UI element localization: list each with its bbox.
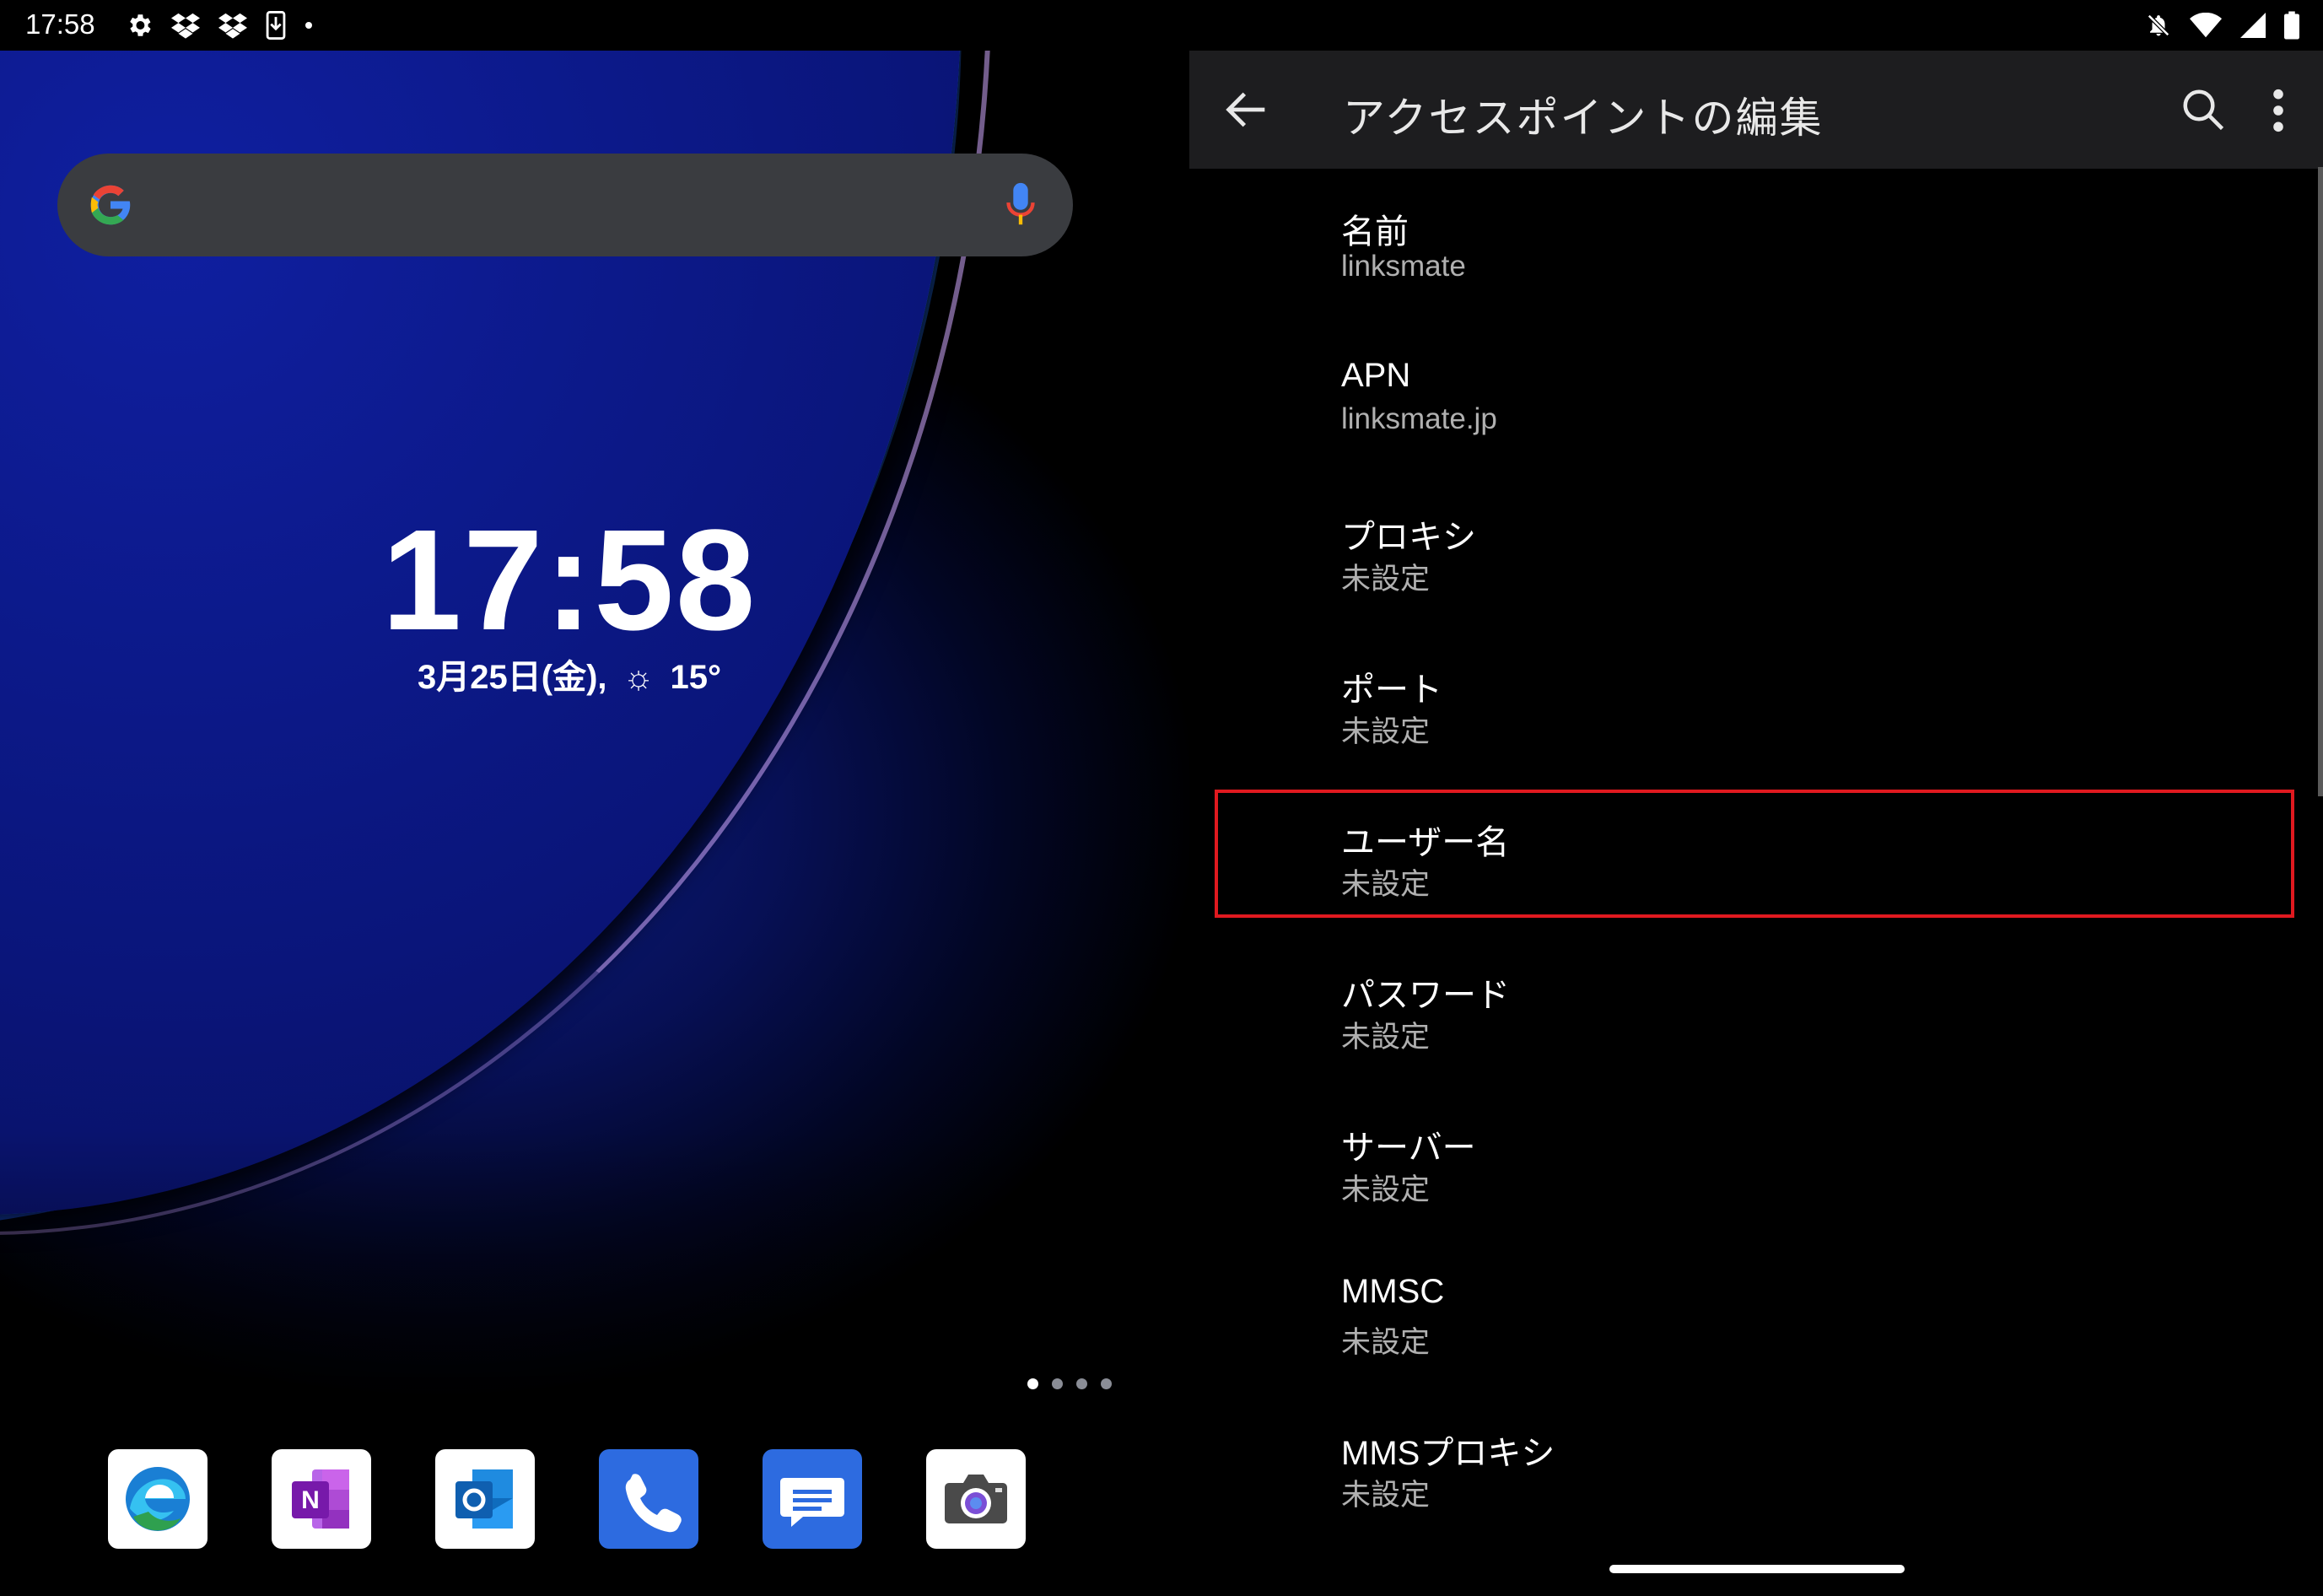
pref-title: APN — [1341, 357, 1411, 394]
phone-app[interactable] — [599, 1449, 698, 1549]
pref-summary: linksmate.jp — [1341, 402, 1497, 435]
home-clock[interactable]: 17:58 — [0, 498, 1139, 663]
page-indicator — [1027, 1378, 1112, 1389]
outlook-icon — [455, 1469, 513, 1529]
pref-title: MMSプロキシ — [1341, 1435, 1555, 1472]
cell-signal-icon — [2240, 13, 2266, 38]
gear-icon — [130, 14, 151, 36]
camera-icon — [945, 1475, 1007, 1523]
apn-settings-panel: アクセスポイントの編集 名前 linksmate APN linksmate.j… — [1189, 51, 2323, 1596]
pref-title: ポート — [1341, 671, 1442, 709]
pref-summary: linksmate — [1341, 250, 1466, 283]
pref-title: ユーザー名 — [1341, 824, 1510, 861]
page-dot-active — [1027, 1378, 1038, 1389]
date-text: 3月25日(金), — [418, 659, 607, 696]
pref-summary: 未設定 — [1341, 1173, 1431, 1206]
pref-username[interactable]: ユーザー名 未設定 — [1189, 779, 2323, 932]
pref-title: パスワード — [1341, 977, 1510, 1014]
dropbox-icon — [171, 13, 200, 39]
gesture-nav-bar[interactable] — [1609, 1565, 1905, 1573]
pref-server[interactable]: サーバー 未設定 — [1189, 1085, 2323, 1237]
app-dock: N — [108, 1449, 1026, 1549]
sun-icon: ☼ — [623, 659, 655, 696]
pref-summary: 未設定 — [1341, 1326, 1431, 1359]
more-options-icon[interactable] — [2266, 86, 2291, 135]
svg-text:N: N — [301, 1486, 320, 1514]
mic-icon[interactable] — [1005, 181, 1036, 229]
page-title: アクセスポイントの編集 — [1343, 94, 1824, 142]
message-icon — [780, 1478, 844, 1527]
scrollbar-thumb[interactable] — [2318, 167, 2323, 796]
page-dot — [1101, 1378, 1112, 1389]
phone-icon — [625, 1474, 682, 1533]
pref-port[interactable]: ポート 未設定 — [1189, 627, 2323, 779]
page-dot — [1076, 1378, 1087, 1389]
pref-title: 名前 — [1341, 213, 1409, 251]
status-time: 17:58 — [25, 8, 95, 40]
search-icon[interactable] — [2178, 84, 2229, 135]
date-weather-line[interactable]: 3月25日(金), ☼ 15° — [0, 650, 1139, 698]
dot-icon — [305, 22, 312, 29]
pref-apn[interactable]: APN linksmate.jp — [1189, 321, 2323, 474]
pref-password[interactable]: パスワード 未設定 — [1189, 932, 2323, 1085]
home-screen: 17:58 3月25日(金), ☼ 15° N — [0, 0, 1189, 1596]
pref-proxy[interactable]: プロキシ 未設定 — [1189, 474, 2323, 627]
notifications-off-icon — [2147, 13, 2170, 37]
download-icon — [266, 11, 286, 40]
google-search-bar[interactable] — [57, 154, 1073, 256]
pref-summary: 未設定 — [1341, 1479, 1431, 1512]
notification-icons — [125, 10, 314, 40]
google-logo-icon — [90, 185, 132, 225]
apn-preference-list: 名前 linksmate APN linksmate.jp プロキシ 未設定 ポ… — [1189, 169, 2323, 1543]
temperature-text: 15° — [670, 659, 721, 696]
onenote-icon: N — [292, 1469, 349, 1529]
pref-title: サーバー — [1341, 1130, 1476, 1167]
pref-summary: 未設定 — [1341, 563, 1431, 596]
pref-summary: 未設定 — [1341, 1021, 1431, 1054]
edge-app[interactable] — [108, 1449, 208, 1549]
app-bar: アクセスポイントの編集 — [1189, 51, 2323, 169]
page-dot — [1052, 1378, 1063, 1389]
wifi-icon — [2190, 13, 2222, 38]
edge-icon — [126, 1467, 190, 1531]
pref-title: MMSC — [1341, 1273, 1445, 1310]
pref-mms-proxy[interactable]: MMSプロキシ 未設定 — [1189, 1390, 2323, 1543]
onenote-app[interactable]: N — [272, 1449, 371, 1549]
dropbox-icon — [218, 13, 247, 39]
back-arrow-icon[interactable] — [1220, 83, 1274, 137]
battery-icon — [2284, 11, 2299, 40]
pref-summary: 未設定 — [1341, 715, 1431, 748]
pref-title: プロキシ — [1341, 519, 1476, 556]
camera-app[interactable] — [926, 1449, 1026, 1549]
pref-summary: 未設定 — [1341, 868, 1431, 901]
pref-name[interactable]: 名前 linksmate — [1189, 169, 2323, 321]
system-icons — [2146, 10, 2299, 40]
outlook-app[interactable] — [435, 1449, 535, 1549]
messages-app[interactable] — [763, 1449, 862, 1549]
status-bar: 17:58 — [0, 0, 2323, 51]
pref-mmsc[interactable]: MMSC 未設定 — [1189, 1237, 2323, 1390]
